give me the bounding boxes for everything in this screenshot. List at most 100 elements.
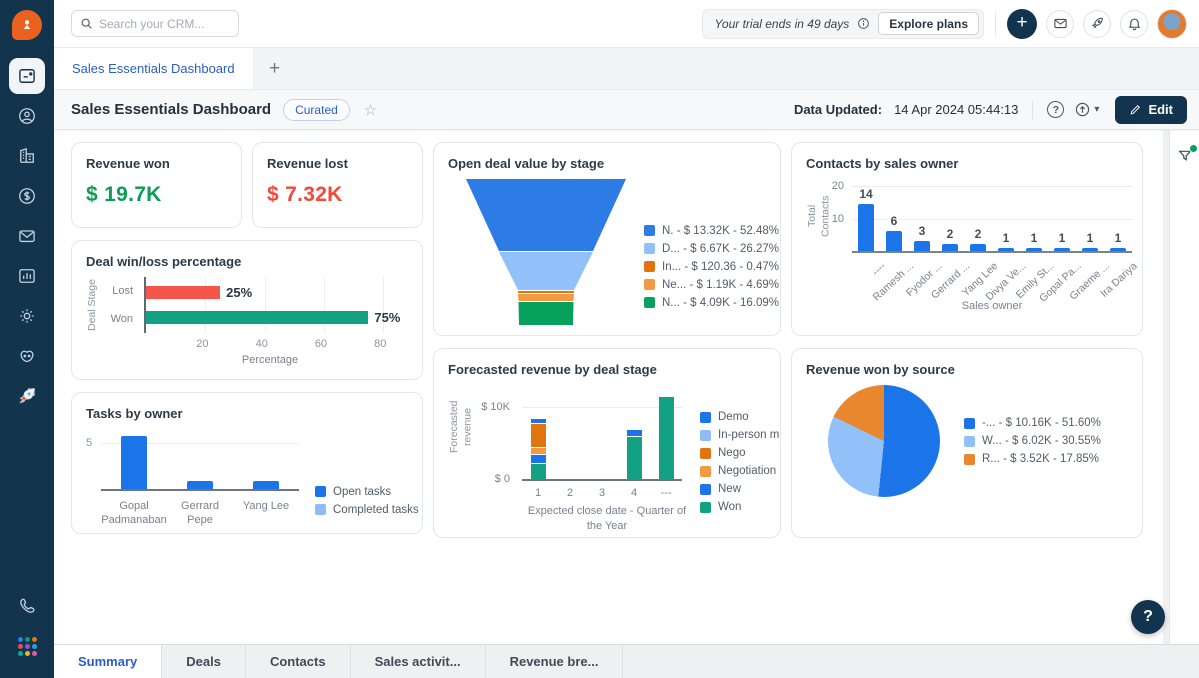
dashboard-content: Revenue won $ 19.7K Revenue lost $ 7.32K… — [54, 130, 1199, 644]
whats-new-button[interactable] — [1083, 9, 1111, 38]
plot — [522, 385, 682, 481]
search-input[interactable] — [99, 16, 219, 31]
email-button[interactable] — [1046, 9, 1074, 38]
revenue-won-card[interactable]: Revenue won $ 19.7K — [71, 142, 242, 228]
bar-value: 3 — [918, 223, 926, 238]
bar — [970, 244, 986, 251]
revenue-won-value: $ 19.7K — [86, 183, 162, 206]
category-label: Won — [110, 313, 133, 325]
y-ticks: 10 20 — [828, 179, 848, 253]
legend-chip — [644, 225, 655, 236]
global-search[interactable] — [71, 10, 239, 37]
card-title: Deal win/loss percentage — [86, 254, 242, 269]
tab-revenue-breakdown[interactable]: Revenue bre... — [486, 645, 624, 678]
main-area: Your trial ends in 49 days Explore plans… — [54, 0, 1199, 678]
bar-slot — [233, 429, 299, 489]
forecasted-revenue-chart: Forecasted revenue $ 10K $ 0 1 2 3 4 --- Expecte… — [448, 385, 780, 534]
axis-tick: 1 — [534, 487, 542, 499]
bar-slot — [522, 385, 554, 479]
envelope-icon — [1053, 18, 1067, 29]
bar-row: 25% — [146, 285, 396, 300]
revenue-by-source-card[interactable]: Revenue won by source -... - $ 10.16K - … — [791, 348, 1143, 538]
legend-label: Negotiation — [718, 465, 777, 478]
edit-button[interactable]: Edit — [1115, 95, 1187, 124]
y-axis-label: Deal Stage — [86, 279, 98, 331]
sidebar-item-contacts[interactable] — [9, 98, 45, 134]
cards-area: Revenue won $ 19.7K Revenue lost $ 7.32K… — [54, 130, 1163, 644]
bar-segment — [530, 454, 546, 463]
topbar: Your trial ends in 49 days Explore plans… — [54, 0, 1199, 48]
y-categories: Lost Won — [106, 277, 140, 333]
user-avatar[interactable] — [1157, 8, 1187, 39]
forecasted-revenue-card[interactable]: Forecasted revenue by deal stage Forecas… — [433, 348, 781, 538]
open-deal-value-card[interactable]: Open deal value by stage N. - $ 13.32K -… — [433, 142, 781, 336]
bar-value: 2 — [974, 227, 982, 242]
info-icon[interactable] — [857, 17, 870, 30]
phone-icon — [20, 598, 35, 613]
legend-item: Won — [700, 501, 780, 513]
open-deal-funnel-chart: N. - $ 13.32K - 52.48% D... - $ 6.67K - 2… — [448, 179, 779, 326]
tab-deals[interactable]: Deals — [162, 645, 246, 678]
x-axis-label: Percentage — [241, 354, 299, 366]
legend-chip — [964, 453, 975, 465]
curated-badge: Curated — [283, 98, 350, 121]
legend-item: New — [700, 483, 780, 496]
legend-item: In... - $ 120.36 - 0.47% — [644, 261, 779, 273]
pie — [828, 385, 940, 497]
axis-tick: $ 0 — [494, 473, 510, 485]
deal-win-loss-card[interactable]: Deal win/loss percentage Deal Stage Lost W… — [71, 240, 423, 380]
bar — [146, 311, 369, 324]
quick-add-button[interactable]: + — [1007, 8, 1037, 39]
sidebar-item-launch[interactable] — [9, 378, 45, 414]
legend-label: New — [718, 483, 742, 496]
sidebar-item-deals[interactable] — [9, 178, 45, 214]
dashboard-tab[interactable]: Sales Essentials Dashboard — [54, 48, 254, 89]
bell-icon — [1128, 18, 1140, 31]
bar-slot — [586, 385, 618, 479]
tab-summary[interactable]: Summary — [54, 645, 163, 678]
legend-label: W... - $ 6.02K - 30.55% — [982, 435, 1101, 447]
explore-plans-button[interactable]: Explore plans — [878, 12, 979, 35]
sidebar-item-phone[interactable] — [9, 588, 45, 624]
tab-sales-activities[interactable]: Sales activit... — [351, 645, 486, 678]
bar — [146, 286, 221, 299]
help-icon[interactable]: ? — [1047, 101, 1065, 118]
legend: Demo In-person meeting 1 Nego Negotiation Ne… — [700, 391, 780, 534]
export-button[interactable]: ▾ — [1074, 101, 1099, 118]
bar — [1054, 247, 1070, 251]
sidebar-item-accounts[interactable] — [9, 138, 45, 174]
sidebar-item-dashboard[interactable] — [9, 58, 45, 94]
sidebar-item-settings[interactable] — [9, 298, 45, 334]
add-dashboard-tab-button[interactable]: + — [254, 48, 296, 89]
revenue-lost-card[interactable]: Revenue lost $ 7.32K — [252, 142, 423, 228]
dashboard-filter-button[interactable] — [1177, 144, 1198, 169]
legend-item: Completed tasks — [315, 504, 419, 516]
rocket-icon — [19, 388, 35, 404]
bar-value: 1 — [1058, 230, 1066, 245]
sidebar-item-email[interactable] — [9, 218, 45, 254]
sidebar-item-apps-switcher[interactable] — [9, 628, 45, 664]
legend-label: Completed tasks — [333, 503, 419, 516]
freshsales-logo[interactable] — [12, 10, 42, 40]
bar-segment — [626, 437, 642, 479]
bar-slot: 1 — [1020, 179, 1048, 251]
tasks-by-owner-card[interactable]: Tasks by owner 5 Gopal Padmanaban Gerrard … — [71, 392, 423, 534]
legend-chip — [644, 243, 655, 254]
bar — [886, 230, 902, 251]
tab-contacts[interactable]: Contacts — [246, 645, 351, 678]
sidebar-item-analytics[interactable] — [9, 258, 45, 294]
sidebar-item-freddy-ai[interactable] — [9, 338, 45, 374]
bar-slot: 2 — [964, 179, 992, 251]
notifications-button[interactable] — [1120, 9, 1148, 38]
favorite-star-icon[interactable]: ☆ — [364, 101, 377, 119]
bar — [121, 435, 147, 489]
category-label: Ira Dariya — [1074, 256, 1140, 300]
category-label: Yang Lee — [242, 500, 290, 512]
bar-value: 1 — [1086, 230, 1094, 245]
bar-chart-icon — [19, 269, 35, 283]
contacts-by-owner-card[interactable]: Contacts by sales owner Total Contacts 10… — [791, 142, 1143, 336]
deals-dollar-icon — [19, 188, 35, 204]
help-fab-button[interactable]: ? — [1131, 600, 1165, 634]
card-title: Forecasted revenue by deal stage — [448, 362, 657, 377]
bar-slots — [101, 429, 299, 489]
